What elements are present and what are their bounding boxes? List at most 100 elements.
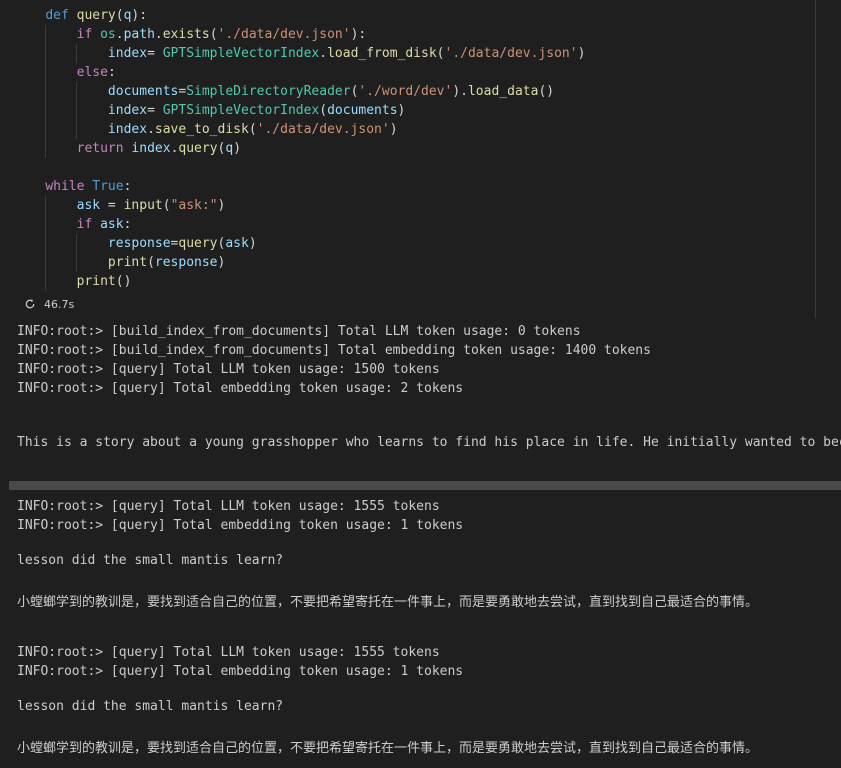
punct: .	[319, 46, 328, 61]
variable: response	[107, 236, 171, 251]
punct: (	[162, 198, 171, 213]
argument: documents	[327, 103, 398, 118]
variable: index	[107, 46, 148, 61]
variable: index	[107, 122, 148, 137]
punct: ()	[115, 274, 132, 289]
code-line-12: if ask:	[14, 215, 585, 234]
code-line-10: while True:	[14, 177, 585, 196]
punct: .	[147, 122, 155, 137]
output-line: INFO:root:> [build_index_from_documents]…	[17, 324, 581, 339]
function-name: input	[123, 198, 163, 213]
variable: ask	[100, 217, 124, 232]
punct: ):	[350, 27, 367, 42]
string: './data/dev.json'	[444, 46, 578, 61]
function-name: load_data	[467, 84, 539, 99]
variable: index	[107, 103, 148, 118]
code-line-2: if os.path.exists('./data/dev.json'):	[14, 25, 585, 44]
punct: ()	[538, 84, 555, 99]
string: './data/dev.json'	[217, 27, 351, 42]
keyword: if	[76, 217, 93, 232]
keyword: else	[76, 65, 108, 80]
variable: index	[131, 141, 171, 156]
punct: (	[147, 255, 155, 270]
punct: (	[436, 46, 445, 61]
output-line: INFO:root:> [query] Total LLM token usag…	[17, 645, 440, 660]
code-line-3: index= GPTSimpleVectorIndex.load_from_di…	[14, 44, 585, 63]
punct: .	[115, 27, 124, 42]
output-line: INFO:root:> [query] Total embedding toke…	[17, 381, 464, 396]
code-line-15: print()	[14, 272, 585, 291]
output-line: INFO:root:> [query] Total LLM token usag…	[17, 499, 440, 514]
operator: =	[147, 46, 163, 61]
code-line-14: print(response)	[14, 253, 585, 272]
punct: )	[577, 46, 586, 61]
output-line: INFO:root:> [query] Total LLM token usag…	[17, 362, 440, 377]
function-name: load_from_disk	[327, 46, 437, 61]
punct: )	[248, 236, 257, 251]
punct: :	[123, 217, 132, 232]
punct: (	[248, 122, 257, 137]
code-line-6: index= GPTSimpleVectorIndex(documents)	[14, 101, 585, 120]
output-line: lesson did the small mantis learn?	[17, 699, 284, 714]
punct: :	[123, 179, 132, 194]
punct: )	[233, 141, 242, 156]
code-line-1: def query(q):	[14, 6, 585, 25]
execution-time: 46.7s	[44, 297, 75, 311]
operator: =	[147, 103, 163, 118]
function-name: exists	[162, 27, 210, 42]
function-name: query	[178, 141, 218, 156]
module: os	[100, 27, 116, 42]
output-line: INFO:root:> [build_index_from_documents]…	[17, 343, 651, 358]
punct: )	[389, 122, 398, 137]
punct: )	[217, 255, 226, 270]
output-line: INFO:root:> [query] Total embedding toke…	[17, 518, 464, 533]
cell-execution-status: 46.7s	[24, 296, 74, 312]
string: './word/dev'	[358, 84, 453, 99]
class-name: GPTSimpleVectorIndex	[162, 46, 320, 61]
string: "ask:"	[170, 198, 218, 213]
code-line-13: response=query(ask)	[14, 234, 585, 253]
attribute: path	[123, 27, 155, 42]
function-name: query	[76, 8, 116, 23]
function-name: print	[76, 274, 116, 289]
punct: ):	[131, 8, 148, 23]
spinner-icon	[25, 299, 35, 309]
argument: response	[154, 255, 218, 270]
output-line: 小螳螂学到的教训是，要找到适合自己的位置，不要把希望寄托在一件事上，而是要勇敢地…	[17, 595, 759, 610]
keyword: if	[76, 27, 93, 42]
code-line-4: else:	[14, 63, 585, 82]
code-line-8: return index.query(q)	[14, 139, 585, 158]
punct: )	[397, 103, 406, 118]
punct: :	[107, 65, 116, 80]
cell-output: INFO:root:> [build_index_from_documents]…	[0, 318, 841, 768]
code-line-5: documents=SimpleDirectoryReader('./word/…	[14, 82, 585, 101]
operator: =	[100, 198, 124, 213]
code-line-11: ask = input("ask:")	[14, 196, 585, 215]
punct: )	[217, 198, 226, 213]
punct: (	[115, 8, 124, 23]
output-line: This is a story about a young grasshoppe…	[17, 435, 841, 450]
variable: documents	[107, 84, 179, 99]
output-line: 小螳螂学到的教训是，要找到适合自己的位置，不要把希望寄托在一件事上，而是要勇敢地…	[17, 741, 759, 756]
function-name: save_to_disk	[154, 122, 249, 137]
code-line-7: index.save_to_disk('./data/dev.json')	[14, 120, 585, 139]
output-line: lesson did the small mantis learn?	[17, 553, 284, 568]
class-name: SimpleDirectoryReader	[186, 84, 351, 99]
keyword: def	[45, 8, 69, 23]
code-editor[interactable]: def query(q): if os.path.exists('./data/…	[14, 6, 585, 291]
function-name: print	[107, 255, 148, 270]
keyword: while	[45, 179, 85, 194]
horizontal-scrollbar[interactable]	[9, 481, 841, 490]
output-line: INFO:root:> [query] Total embedding toke…	[17, 664, 464, 679]
variable: ask	[76, 198, 101, 213]
punct: (	[319, 103, 328, 118]
constant: True	[92, 179, 124, 194]
string: './data/dev.json'	[256, 122, 390, 137]
class-name: GPTSimpleVectorIndex	[162, 103, 320, 118]
argument: q	[225, 141, 234, 156]
keyword: return	[76, 141, 124, 156]
code-cell[interactable]: def query(q): if os.path.exists('./data/…	[0, 0, 816, 318]
punct: ).	[452, 84, 468, 99]
punct: (	[209, 27, 218, 42]
